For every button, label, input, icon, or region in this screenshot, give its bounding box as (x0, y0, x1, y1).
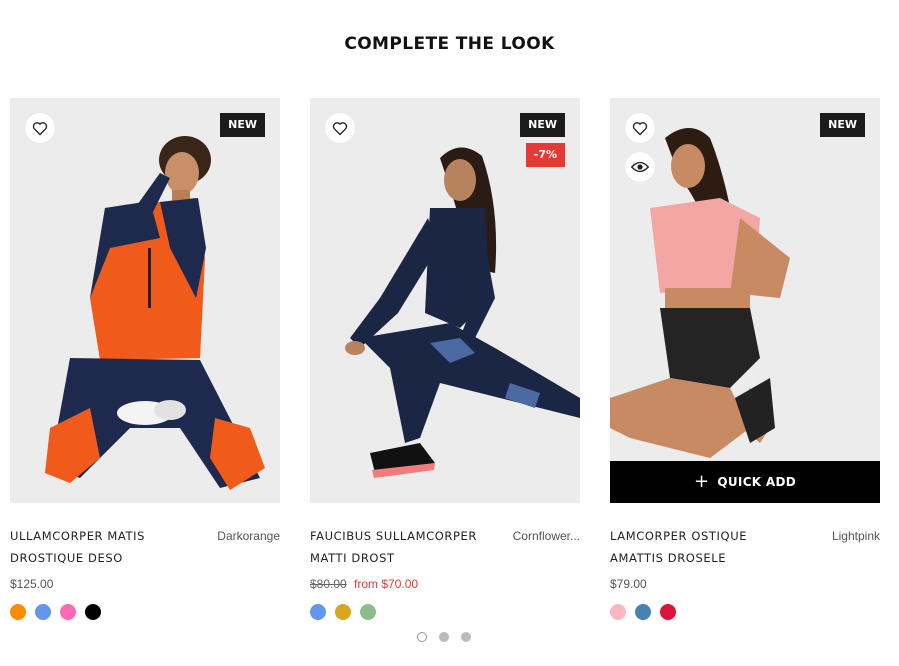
new-badge: NEW (220, 113, 265, 137)
carousel-dot-1[interactable] (417, 632, 427, 642)
swatch-cornflowerblue[interactable] (35, 604, 51, 620)
carousel-pagination (417, 632, 471, 642)
wishlist-button[interactable] (625, 113, 655, 143)
swatch-darkorange[interactable] (10, 604, 26, 620)
original-price: $80.00 (310, 577, 347, 591)
product-card[interactable]: NEW + QUICK ADD LAMCORPER OSTIQUE AMATTI… (610, 98, 880, 620)
swatch-hotpink[interactable] (60, 604, 76, 620)
product-price: $79.00 (610, 577, 647, 591)
carousel-dot-3[interactable] (461, 632, 471, 642)
discount-badge: -7% (525, 143, 565, 167)
carousel-dot-2[interactable] (439, 632, 449, 642)
product-image[interactable]: NEW (10, 98, 280, 503)
sale-price: from $70.00 (354, 577, 419, 591)
wishlist-button[interactable] (25, 113, 55, 143)
product-name[interactable]: FAUCIBUS SULLAMCORPER MATTI DROST (310, 525, 488, 569)
wishlist-button[interactable] (325, 113, 355, 143)
heart-icon (332, 121, 348, 135)
product-image[interactable]: NEW -7% (310, 98, 580, 503)
heart-icon (632, 121, 648, 135)
product-photo (10, 98, 280, 503)
color-swatches (610, 604, 880, 620)
eye-icon (631, 161, 649, 173)
product-price: $80.00 from $70.00 (310, 577, 580, 591)
color-name: Cornflower... (512, 529, 580, 543)
swatch-goldenrod[interactable] (335, 604, 351, 620)
product-card[interactable]: NEW ULLAMCORPER MATIS DROSTIQUE DESO Dar… (10, 98, 280, 620)
swatch-steelblue[interactable] (635, 604, 651, 620)
color-name: Lightpink (831, 529, 880, 543)
product-name[interactable]: ULLAMCORPER MATIS DROSTIQUE DESO (10, 525, 188, 569)
product-card[interactable]: NEW -7% FAUCIBUS SULLAMCORPER MATTI DROS… (310, 98, 580, 620)
swatch-crimson[interactable] (660, 604, 676, 620)
section-title: COMPLETE THE LOOK (344, 34, 555, 54)
color-swatches (10, 604, 280, 620)
swatch-darkseagreen[interactable] (360, 604, 376, 620)
quick-add-label: QUICK ADD (717, 475, 796, 489)
quick-view-button[interactable] (625, 152, 655, 182)
product-name[interactable]: LAMCORPER OSTIQUE AMATTIS DROSELE (610, 525, 788, 569)
quick-add-button[interactable]: + QUICK ADD (610, 461, 880, 503)
new-badge: NEW (520, 113, 565, 137)
swatch-black[interactable] (85, 604, 101, 620)
swatch-cornflowerblue[interactable] (310, 604, 326, 620)
new-badge: NEW (820, 113, 865, 137)
plus-icon: + (694, 471, 710, 492)
color-name: Darkorange (217, 529, 280, 543)
product-image[interactable]: NEW + QUICK ADD (610, 98, 880, 503)
product-price: $125.00 (10, 577, 54, 591)
heart-icon (32, 121, 48, 135)
swatch-lightpink[interactable] (610, 604, 626, 620)
color-swatches (310, 604, 580, 620)
